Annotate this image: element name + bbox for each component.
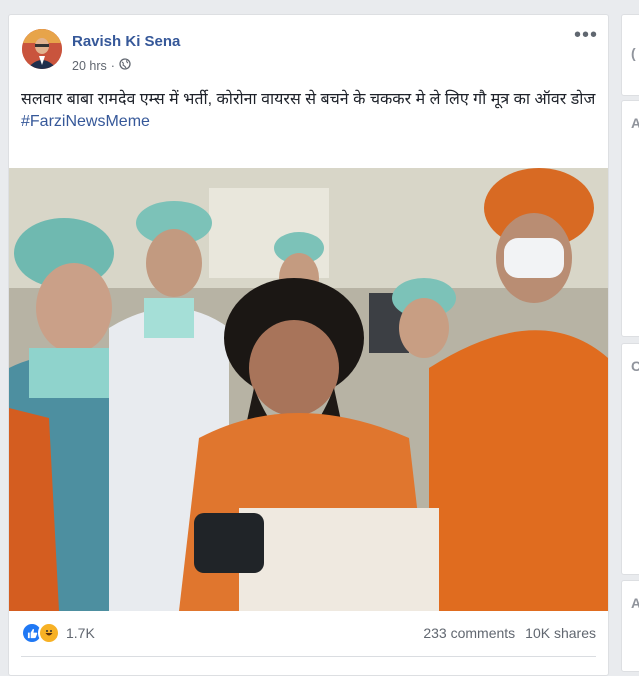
post-time[interactable]: 20 hrs <box>72 59 107 73</box>
sidebar-card-letter: ( <box>631 45 636 61</box>
sidebar-card-letter: C <box>631 358 639 374</box>
divider <box>21 656 596 657</box>
comments-count-link[interactable]: 233 comments <box>423 625 515 641</box>
sidebar-card-letter: A <box>631 595 639 611</box>
hashtag-link[interactable]: #FarziNewsMeme <box>21 111 596 133</box>
sidebar-card: C <box>621 343 639 575</box>
sidebar-card: ( <box>621 14 639 96</box>
more-options-button[interactable]: ••• <box>574 25 598 45</box>
post-text: सलवार बाबा रामदेव एम्स में भर्ती, कोरोना… <box>21 89 596 133</box>
page-name-link[interactable]: Ravish Ki Sena <box>72 33 180 50</box>
sidebar-card: A <box>621 100 639 337</box>
globe-icon <box>119 58 131 73</box>
haha-icon <box>38 622 60 644</box>
sidebar-card-letter: A <box>631 115 639 131</box>
post-message: सलवार बाबा रामदेव एम्स में भर्ती, कोरोना… <box>21 91 596 108</box>
sidebar-card: A <box>621 580 639 672</box>
reaction-count: 1.7K <box>66 625 95 641</box>
post-footer: 1.7K 233 comments 10K shares <box>21 621 596 645</box>
post-photo[interactable] <box>9 168 608 611</box>
post-card: Ravish Ki Sena 20 hrs · ••• सलवार बाबा र… <box>8 14 609 676</box>
shares-count-link[interactable]: 10K shares <box>525 625 596 641</box>
post-meta: 20 hrs · <box>72 58 131 73</box>
post-stats: 233 comments 10K shares <box>423 625 596 641</box>
avatar[interactable] <box>22 29 62 69</box>
reactions-summary[interactable]: 1.7K <box>21 622 95 644</box>
